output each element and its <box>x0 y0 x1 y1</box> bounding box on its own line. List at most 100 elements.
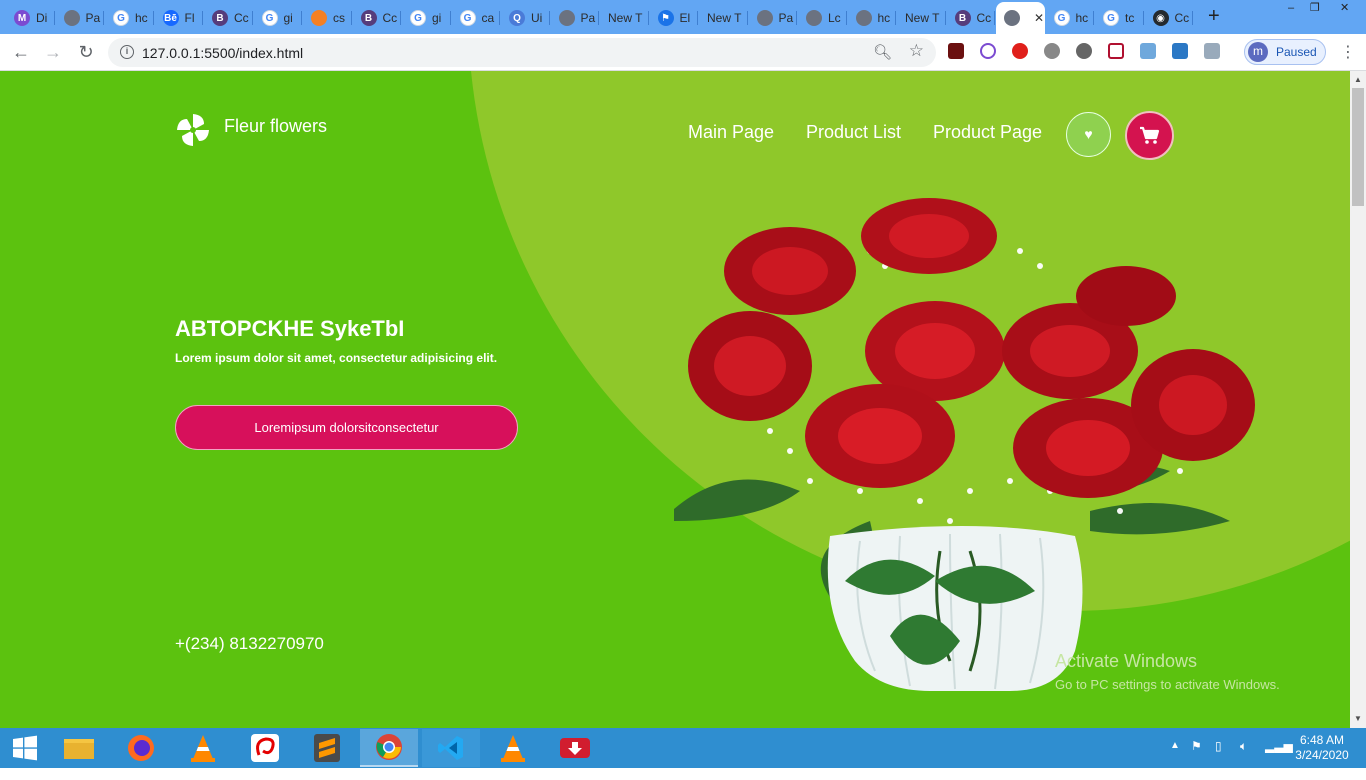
browser-tab[interactable]: ◉ Cc <box>1145 4 1193 32</box>
back-button[interactable]: ← <box>10 41 32 63</box>
browser-tab[interactable]: Lc <box>798 4 847 32</box>
taskbar-vlc[interactable] <box>174 729 232 767</box>
cart-button[interactable] <box>1125 111 1174 160</box>
action-center-flag-icon[interactable]: ⚑ <box>1191 739 1202 779</box>
tab-favicon-icon: G <box>113 10 129 26</box>
pdf-extension-icon[interactable] <box>948 43 964 59</box>
brand-name[interactable]: Fleur flowers <box>224 116 327 137</box>
hero-title: ABTOPCKHE SykeTbI <box>175 316 405 341</box>
profile-status: Paused <box>1276 45 1317 59</box>
tab-separator <box>449 11 451 25</box>
tab-extension-icon[interactable] <box>1204 43 1220 59</box>
tab-favicon-icon <box>311 10 327 26</box>
tab-title: Ui <box>531 11 543 25</box>
browser-tab[interactable]: Pa <box>56 4 104 32</box>
taskbar-vscode[interactable] <box>422 729 480 767</box>
browser-tab[interactable]: ⚑ El <box>650 4 698 32</box>
browser-tab[interactable]: Ggi <box>402 4 451 32</box>
browser-tab[interactable]: Q Ui <box>501 4 550 32</box>
tab-separator <box>944 11 946 25</box>
bug-extension-icon[interactable] <box>1076 43 1092 59</box>
cta-button[interactable]: Loremipsum dolorsitconsectetur <box>175 405 518 450</box>
browser-tab[interactable]: Gca <box>452 4 500 32</box>
address-bar[interactable]: i 127.0.0.1:5500/index.html 🔍︎ ☆ <box>108 38 936 67</box>
clock-extension-icon[interactable] <box>980 43 996 59</box>
tab-title: Pa <box>580 11 596 25</box>
taskbar-file-explorer[interactable] <box>50 729 108 767</box>
browser-tab[interactable]: ✕ <box>996 2 1045 34</box>
scroll-up-icon[interactable]: ▲ <box>1354 75 1362 84</box>
browser-tab[interactable]: Ghc <box>1046 4 1094 32</box>
favorites-button[interactable]: ♥ <box>1066 112 1111 157</box>
show-hidden-icons[interactable]: ▲ <box>1170 740 1180 780</box>
screen-extension-icon[interactable] <box>1172 43 1188 59</box>
browser-tab[interactable]: Bē Fl <box>155 4 203 32</box>
extension-icon[interactable] <box>1044 43 1060 59</box>
taskbar-firefox[interactable] <box>112 729 170 767</box>
scrollbar-thumb[interactable] <box>1352 88 1364 206</box>
airtel-icon <box>251 734 279 762</box>
browser-tab[interactable]: B Cc <box>353 4 401 32</box>
nav-product-page[interactable]: Product Page <box>933 122 1042 143</box>
site-info-icon[interactable]: i <box>120 45 134 59</box>
volume-icon[interactable]: 🔈︎ <box>1240 739 1247 779</box>
search-icon[interactable]: 🔍︎ <box>873 43 892 61</box>
profile-button[interactable]: m Paused <box>1244 39 1326 65</box>
network-icon[interactable]: ▂▃▅ <box>1265 739 1293 779</box>
browser-tab[interactable]: cs <box>303 4 352 32</box>
window-extension-icon[interactable] <box>1140 43 1156 59</box>
page-scrollbar[interactable]: ▲ ▼ <box>1350 71 1366 728</box>
browser-tab[interactable]: M Di <box>6 4 55 32</box>
taskbar-downloader[interactable] <box>546 729 604 767</box>
tab-separator <box>1093 11 1094 25</box>
browser-tab[interactable]: Pa <box>551 4 599 32</box>
taskbar-sublime-text[interactable] <box>298 729 356 767</box>
tab-title: hc <box>1075 11 1089 25</box>
forward-button[interactable]: → <box>42 41 64 63</box>
scroll-down-icon[interactable]: ▼ <box>1354 714 1362 723</box>
download-icon <box>560 738 590 758</box>
browser-tab[interactable]: Ghc <box>105 4 154 32</box>
battery-icon[interactable]: ▯ <box>1215 739 1222 779</box>
browser-tab[interactable]: B Cc <box>947 4 995 32</box>
browser-tab[interactable]: hc <box>848 4 896 32</box>
taskbar-chrome[interactable] <box>360 729 418 767</box>
tab-separator <box>895 11 896 25</box>
nav-product-list[interactable]: Product List <box>806 122 901 143</box>
minimize-button[interactable]: – <box>1288 2 1294 22</box>
url-text[interactable]: 127.0.0.1:5500/index.html <box>142 45 303 61</box>
firefox-icon <box>128 735 154 761</box>
new-tab-button[interactable]: + <box>1208 6 1220 26</box>
maximize-button[interactable]: ❐ <box>1310 1 1320 21</box>
start-button[interactable] <box>0 729 50 767</box>
chrome-icon <box>376 734 402 760</box>
pinwheel-logo-icon[interactable] <box>174 111 212 149</box>
tab-title: cs <box>333 11 345 25</box>
tab-separator <box>1142 11 1144 25</box>
tab-separator <box>598 11 599 25</box>
close-window-button[interactable]: ✕ <box>1340 1 1349 21</box>
pocket-extension-icon[interactable] <box>1108 43 1124 59</box>
reload-button[interactable]: ↻ <box>75 41 97 63</box>
tab-favicon-icon <box>558 10 575 26</box>
browser-tab[interactable]: New T <box>699 4 748 32</box>
nav-main-page[interactable]: Main Page <box>688 122 774 143</box>
opera-extension-icon[interactable] <box>1012 43 1028 59</box>
browser-toolbar: ← → ↻ i 127.0.0.1:5500/index.html 🔍︎ ☆ <box>0 34 1366 71</box>
browser-tab[interactable]: New T <box>897 4 946 32</box>
close-tab-icon[interactable]: ✕ <box>1034 11 1044 25</box>
tab-separator <box>1192 11 1193 25</box>
browser-tab[interactable]: B Cc <box>204 4 253 32</box>
bookmark-star-icon[interactable]: ☆ <box>909 41 924 61</box>
browser-tab[interactable]: New T <box>600 4 649 32</box>
browser-tab[interactable]: Gtc <box>1095 4 1144 32</box>
taskbar-vlc-2[interactable] <box>484 729 542 767</box>
browser-tab[interactable]: Pa <box>749 4 797 32</box>
tab-favicon-icon <box>855 10 872 26</box>
tab-title: Pa <box>85 11 101 25</box>
tab-separator <box>845 11 847 25</box>
browser-tab[interactable]: Ggi <box>254 4 302 32</box>
system-clock[interactable]: 6:48 AM 3/24/2020 <box>1292 733 1352 763</box>
taskbar-airtel[interactable] <box>236 729 294 767</box>
menu-icon[interactable]: ⋮ <box>1340 42 1356 62</box>
